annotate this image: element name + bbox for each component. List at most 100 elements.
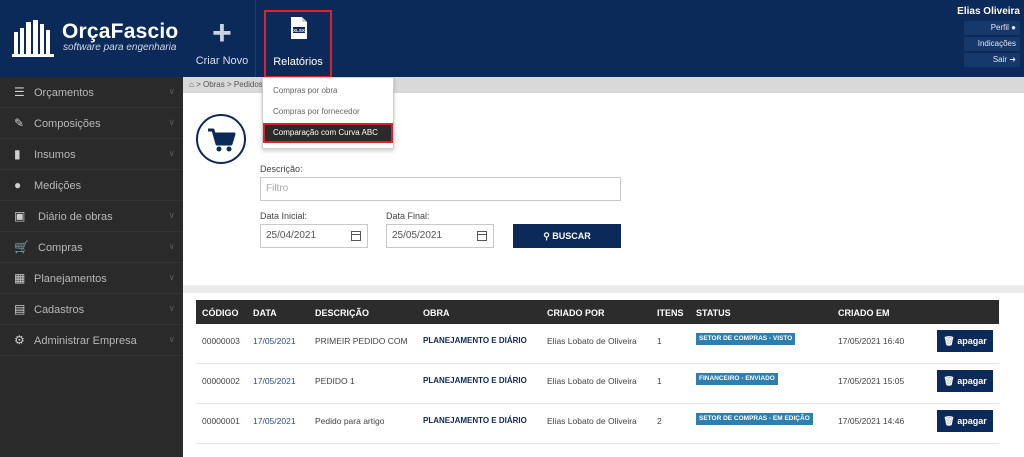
sidebar-item-medicoes[interactable]: ● Medições — [0, 170, 183, 201]
reports-label: Relatórios — [273, 56, 323, 68]
table-header: CÓDIGO DATA DESCRIÇÃO OBRA CRIADO POR IT… — [196, 300, 999, 324]
delete-button[interactable]: 🗑 apagar — [937, 410, 993, 432]
sidebar-item-orcamentos[interactable]: ☰ Orçamentos ∨ — [0, 77, 183, 108]
table-row[interactable]: 00000002 17/05/2021 PEDIDO 1 PLANEJAMENT… — [196, 364, 999, 404]
cell-obra[interactable]: PLANEJAMENTO E DIÁRIO — [423, 416, 527, 425]
end-date-input[interactable]: 25/05/2021 — [386, 224, 494, 248]
chevron-down-icon: ∨ — [168, 117, 175, 127]
sidebar-item-cadastros[interactable]: ▤ Cadastros ∨ — [0, 294, 183, 325]
eraser-icon: ▮ — [14, 147, 21, 161]
dropdown-item-compras-por-fornecedor[interactable]: Compras por fornecedor — [263, 102, 393, 122]
user-name: Elias Oliveira — [957, 6, 1020, 17]
chevron-down-icon: ∨ — [168, 241, 175, 251]
cart-icon: 🛒 — [14, 240, 29, 254]
col-criado-por: CRIADO POR — [547, 308, 605, 318]
drop-icon: ● — [14, 178, 22, 192]
reports-dropdown: Compras por obra Compras por fornecedor … — [262, 77, 394, 149]
col-codigo: CÓDIGO — [202, 308, 239, 318]
col-criado-em: CRIADO EM — [838, 308, 890, 318]
chevron-down-icon: ∨ — [168, 210, 175, 220]
cell-criado-em: 17/05/2021 15:05 — [838, 376, 905, 386]
delete-button[interactable]: 🗑 apagar — [937, 370, 993, 392]
cell-criado-em: 17/05/2021 14:46 — [838, 416, 905, 426]
user-icon: ● — [1011, 23, 1016, 32]
cell-obra[interactable]: PLANEJAMENTO E DIÁRIO — [423, 336, 527, 345]
list-icon: ☰ — [14, 85, 25, 99]
calendar-icon: ▦ — [14, 271, 26, 285]
chevron-down-icon: ∨ — [168, 334, 175, 344]
gear-icon: ⚙ — [14, 333, 25, 347]
cell-itens: 1 — [657, 376, 662, 386]
status-badge: SETOR DE COMPRAS - EM EDIÇÃO — [696, 413, 813, 425]
chevron-down-icon: ∨ — [168, 272, 175, 282]
brand-subtitle: software para engenharia — [63, 42, 177, 53]
user-menu: Elias Oliveira Perfil ● Indicações Sair … — [944, 0, 1024, 77]
cell-data: 17/05/2021 — [253, 376, 296, 386]
cell-criado-por: Elias Lobato de Oliveira — [547, 416, 637, 426]
chevron-down-icon: ∨ — [168, 303, 175, 313]
shopping-cart-icon — [196, 114, 246, 164]
end-date-label: Data Final: — [386, 211, 430, 221]
clipboard-icon: ▤ — [14, 302, 26, 316]
cell-codigo: 00000003 — [202, 336, 240, 346]
status-badge: SETOR DE COMPRAS - VISTO — [696, 333, 796, 345]
referrals-link[interactable]: Indicações — [964, 37, 1020, 51]
cell-itens: 1 — [657, 336, 662, 346]
top-bar: OrçaFascio software para engenharia + Cr… — [0, 0, 1024, 78]
sidebar-item-administrar-empresa[interactable]: ⚙ Administrar Empresa ∨ — [0, 325, 183, 356]
trash-icon: 🗑 — [943, 376, 955, 386]
col-obra: OBRA — [423, 308, 450, 318]
sidebar-item-diario-de-obras[interactable]: ▣ Diário de obras ∨ — [0, 201, 183, 232]
cell-criado-em: 17/05/2021 16:40 — [838, 336, 905, 346]
sidebar-item-compras[interactable]: 🛒 Compras ∨ — [0, 232, 183, 263]
sidebar-item-insumos[interactable]: ▮ Insumos ∨ — [0, 139, 183, 170]
calendar-icon[interactable] — [351, 231, 361, 241]
search-button[interactable]: ⚲ BUSCAR — [513, 224, 621, 248]
cell-codigo: 00000002 — [202, 376, 240, 386]
chevron-down-icon: ∨ — [168, 86, 175, 96]
xlsx-label: XLSX — [293, 28, 305, 33]
calendar-icon[interactable] — [477, 231, 487, 241]
home-icon[interactable]: ⌂ — [189, 80, 194, 89]
cell-descricao: PRIMEIR PEDIDO COM — [315, 336, 408, 346]
col-data: DATA — [253, 308, 277, 318]
table-row[interactable]: 00000001 17/05/2021 Pedido para artigo P… — [196, 404, 999, 444]
plus-icon: + — [212, 14, 232, 52]
brand-logo[interactable]: OrçaFascio software para engenharia — [0, 0, 183, 77]
create-new-button[interactable]: + Criar Novo — [188, 0, 256, 77]
cell-criado-por: Elias Lobato de Oliveira — [547, 376, 637, 386]
sidebar-item-composicoes[interactable]: ✎ Composições ∨ — [0, 108, 183, 139]
cell-data: 17/05/2021 — [253, 416, 296, 426]
dropdown-item-compras-por-obra[interactable]: Compras por obra — [263, 81, 393, 101]
chevron-down-icon: ∨ — [168, 148, 175, 158]
col-descricao: DESCRIÇÃO — [315, 308, 370, 318]
delete-button[interactable]: 🗑 apagar — [937, 330, 993, 352]
logout-link[interactable]: Sair ➜ — [964, 53, 1020, 67]
start-date-input[interactable]: 25/04/2021 — [260, 224, 368, 248]
book-icon: ▣ — [14, 209, 26, 223]
cell-data: 17/05/2021 — [253, 336, 296, 346]
breadcrumb-obras[interactable]: Obras — [203, 80, 225, 89]
cell-descricao: Pedido para artigo — [315, 416, 385, 426]
cell-itens: 2 — [657, 416, 662, 426]
table-row[interactable]: 00000003 17/05/2021 PRIMEIR PEDIDO COM P… — [196, 324, 999, 364]
col-status: STATUS — [696, 308, 731, 318]
brand-name: OrçaFascio — [62, 20, 179, 43]
reports-button[interactable]: XLSX Relatórios — [264, 10, 332, 78]
cell-obra[interactable]: PLANEJAMENTO E DIÁRIO — [423, 376, 527, 385]
trash-icon: 🗑 — [943, 336, 955, 346]
xlsx-file-icon: XLSX — [291, 17, 307, 39]
create-new-label: Criar Novo — [195, 55, 249, 67]
logout-icon: ➜ — [1009, 55, 1016, 64]
col-itens: ITENS — [657, 308, 684, 318]
search-icon: ⚲ — [543, 231, 550, 241]
dropdown-item-comparacao-curva-abc[interactable]: Comparação com Curva ABC — [263, 123, 393, 143]
description-input[interactable]: Filtro — [260, 177, 621, 201]
cell-descricao: PEDIDO 1 — [315, 376, 355, 386]
cell-criado-por: Elias Lobato de Oliveira — [547, 336, 637, 346]
profile-link[interactable]: Perfil ● — [964, 21, 1020, 35]
breadcrumb-pedidos[interactable]: Pedidos — [234, 80, 263, 89]
start-date-label: Data Inicial: — [260, 211, 308, 221]
description-label: Descrição: — [260, 164, 303, 174]
sidebar-item-planejamentos[interactable]: ▦ Planejamentos ∨ — [0, 263, 183, 294]
